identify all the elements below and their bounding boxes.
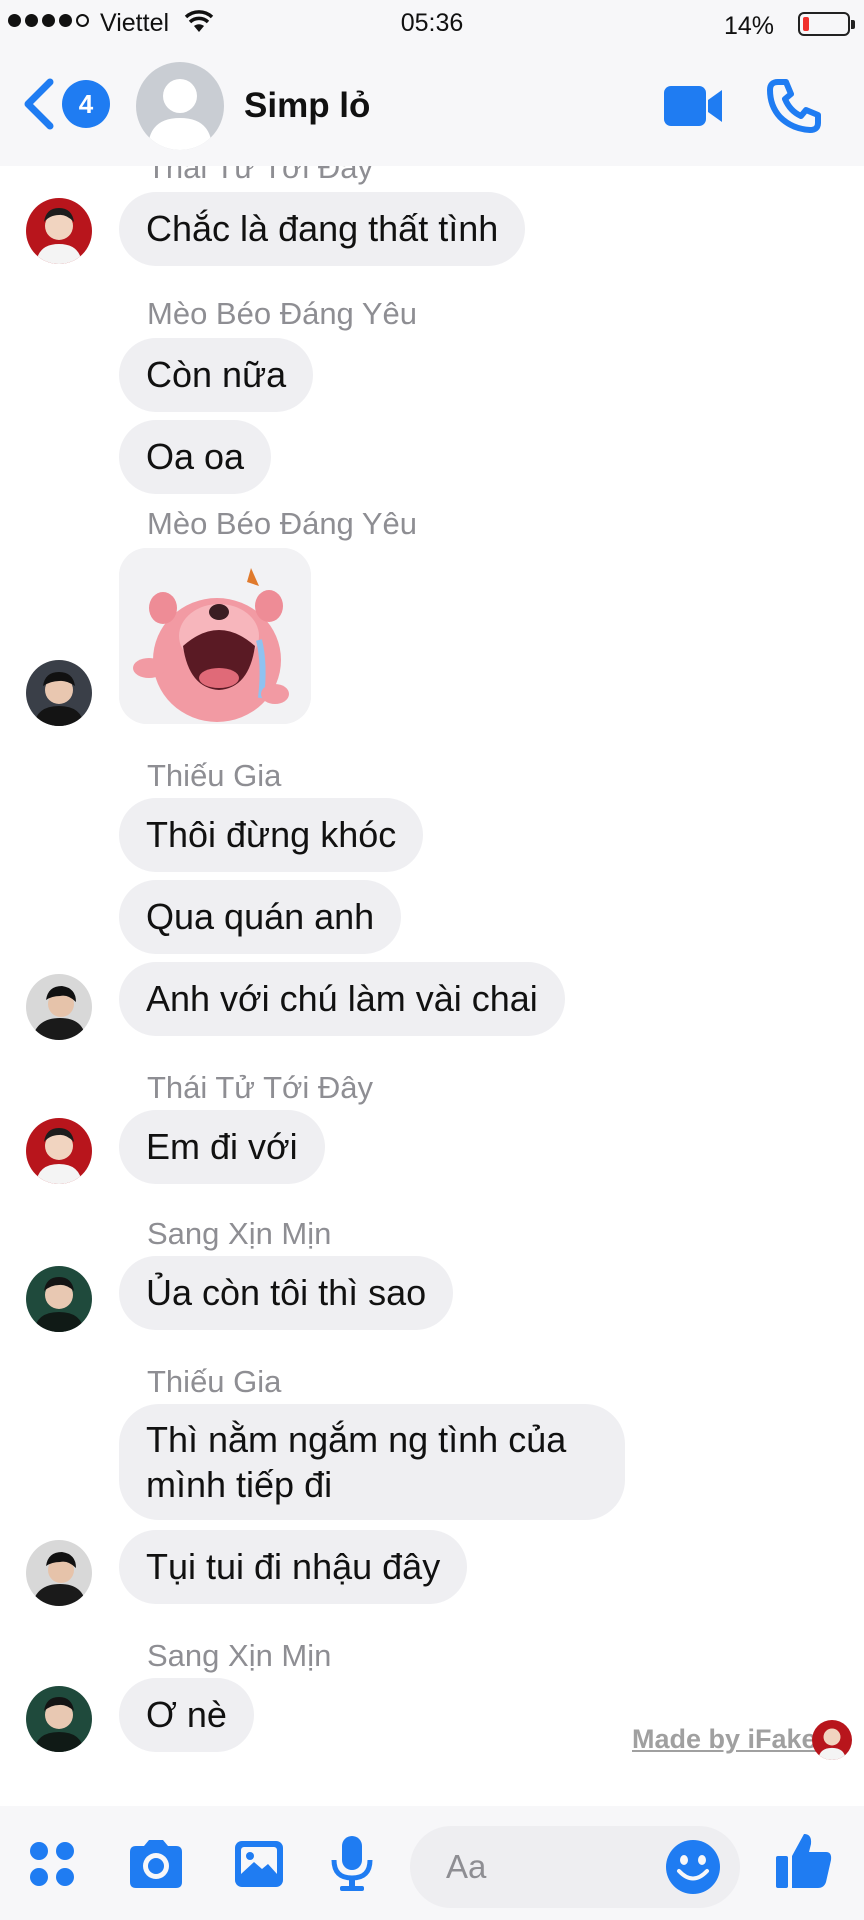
emoji-icon[interactable] — [664, 1838, 722, 1896]
watermark: Made by iFake — [632, 1724, 817, 1754]
thumbs-up-icon[interactable] — [774, 1830, 834, 1892]
sender-name: Thiếu Gia — [147, 1364, 282, 1399]
sticker-message[interactable] — [119, 548, 311, 724]
microphone-icon[interactable] — [330, 1834, 374, 1892]
message-composer: Aa — [0, 1806, 864, 1920]
unread-count-badge: 4 — [62, 80, 110, 128]
message-bubble[interactable]: Anh với chú làm vài chai — [119, 962, 565, 1036]
sender-name: Sang Xịn Mịn — [147, 1638, 332, 1673]
message-bubble[interactable]: Oa oa — [119, 420, 272, 494]
sender-name: Thái Tử Tới Đây — [147, 1070, 373, 1105]
user-photo-icon — [26, 974, 92, 1040]
avatar[interactable] — [26, 1266, 92, 1332]
camera-icon[interactable] — [126, 1838, 186, 1890]
sender-name: Thiếu Gia — [147, 758, 282, 793]
user-photo-icon — [26, 660, 92, 726]
menu-dots-icon[interactable] — [28, 1840, 76, 1888]
conversation-header: 4 Simp lỏ — [0, 46, 864, 166]
sender-name: Sang Xịn Mịn — [147, 1216, 332, 1251]
user-photo-icon — [26, 1686, 92, 1752]
crying-beaver-sticker-icon — [119, 548, 311, 724]
sender-name: Mèo Béo Đáng Yêu — [147, 296, 418, 331]
video-call-icon[interactable] — [662, 82, 724, 130]
sender-name: Mèo Béo Đáng Yêu — [147, 506, 418, 541]
message-bubble[interactable]: Còn nữa — [119, 338, 314, 412]
sender-name: Thái Tử Tới Đây — [147, 166, 373, 185]
message-bubble[interactable]: Qua quán anh — [119, 880, 402, 954]
status-bar: Viettel 05:36 14% — [0, 0, 864, 46]
avatar[interactable] — [26, 1540, 92, 1606]
default-profile-icon — [148, 79, 212, 150]
group-avatar[interactable] — [136, 62, 224, 150]
avatar[interactable] — [26, 198, 92, 264]
message-bubble[interactable]: Ơ nè — [119, 1678, 254, 1752]
watermark-avatar — [812, 1720, 852, 1760]
message-bubble[interactable]: Ủa còn tôi thì sao — [119, 1256, 454, 1330]
avatar[interactable] — [26, 1686, 92, 1752]
battery-level-fill — [803, 17, 809, 31]
message-input-placeholder: Aa — [446, 1848, 487, 1885]
avatar[interactable] — [26, 974, 92, 1040]
user-photo-icon — [26, 1118, 92, 1184]
message-bubble[interactable]: Thì nằm ngắm ng tình của mình tiếp đi — [119, 1404, 625, 1520]
message-input[interactable]: Aa — [410, 1826, 740, 1908]
message-bubble[interactable]: Chắc là đang thất tình — [119, 192, 526, 266]
conversation-title[interactable]: Simp lỏ — [244, 86, 370, 126]
user-photo-icon — [812, 1720, 852, 1760]
battery-icon — [798, 12, 855, 36]
gallery-icon[interactable] — [232, 1838, 286, 1890]
message-bubble[interactable]: Thôi đừng khóc — [119, 798, 424, 872]
user-photo-icon — [26, 1266, 92, 1332]
message-bubble[interactable]: Tụi tui đi nhậu đây — [119, 1530, 468, 1604]
chevron-left-icon — [24, 78, 54, 130]
user-photo-icon — [26, 198, 92, 264]
avatar[interactable] — [26, 660, 92, 726]
battery-percent: 14% — [723, 12, 774, 40]
phone-call-icon[interactable] — [766, 78, 822, 134]
message-bubble[interactable]: Em đi với — [119, 1110, 325, 1184]
back-button[interactable]: 4 — [22, 76, 112, 132]
user-photo-icon — [26, 1540, 92, 1606]
message-list[interactable]: Thái Tử Tới Đây Chắc là đang thất tình M… — [0, 166, 864, 1806]
avatar[interactable] — [26, 1118, 92, 1184]
